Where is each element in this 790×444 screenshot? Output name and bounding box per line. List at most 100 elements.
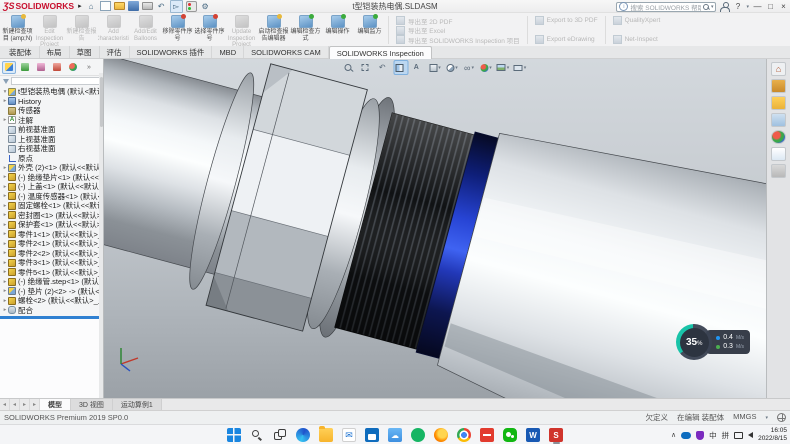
section-view-icon[interactable]: ▾ [394,60,409,75]
ribbon-button[interactable]: 编辑操作 [322,14,353,46]
home-button[interactable]: ⌂ [86,1,97,12]
ime-language-indicator[interactable]: 中 [709,430,717,441]
command-tab[interactable]: 草图 [70,46,100,58]
tree-item[interactable]: ▸ 零件2<2> (默认<<默认>_显示状态 [0,249,103,259]
search-icon[interactable] [703,4,709,10]
tabs-scroll-end[interactable]: ▸ [30,399,40,410]
tree-filter[interactable] [0,76,103,86]
green-app-icon[interactable] [410,426,426,444]
tree-item[interactable]: ▸ 外壳 (2)<1> (默认<<默认>_显示状 [0,163,103,173]
search-input[interactable]: i 搜索 SOLIDWORKS 帮助 ▾ [616,2,716,12]
zoom-fit-icon[interactable]: ▾ [343,60,358,75]
ribbon-button[interactable]: Add/Edit Balloons [130,14,161,46]
ribbon-button[interactable]: 新建检查报告 [66,14,97,46]
tabs-scroll-left[interactable]: ◂ [10,399,20,410]
export-menu-item[interactable]: Export to 3D PDF [535,16,598,25]
edit-appearance-icon[interactable]: ▾ [479,60,494,75]
new-document-button[interactable] [100,1,111,11]
view-orientation-icon[interactable]: ▾ [428,60,443,75]
tree-item[interactable]: ▸ (-) 上盖<1> (默认<<默认>_显示状 [0,182,103,192]
onedrive-icon[interactable] [681,432,691,439]
search-caret-icon[interactable]: ▾ [711,4,714,10]
menu-flyout-icon[interactable]: ▸ [78,2,82,10]
word-icon[interactable]: W [525,426,541,444]
export-menu-item[interactable]: 导出至 SOLIDWORKS Inspection 项目 [396,35,520,44]
dynamic-annotation-icon[interactable]: A ▾ [411,60,426,75]
design-library-icon[interactable] [771,79,786,93]
tree-item[interactable]: ▸ 密封圈<1> (默认<<默认>_显示状 [0,211,103,221]
hud-caret-icon[interactable]: ▾ [524,65,527,71]
display-style-icon[interactable]: ▾ [445,60,460,75]
graphics-viewport[interactable]: ▾ ▾ ↶ ▾ ▾ [104,59,766,398]
tree-item[interactable]: ▸ 前视基准面 [0,125,103,135]
tree-item[interactable]: ▸ 上视基准面 [0,135,103,145]
volume-icon[interactable] [748,432,753,438]
options-button[interactable]: ⚙ [200,1,211,12]
ribbon-button[interactable]: Add Characteristic [98,14,129,46]
document-tab[interactable]: 运动算例1 [113,399,162,410]
dimxpert-manager-tab[interactable] [50,61,64,74]
ribbon-button[interactable]: 编辑监方 [354,14,385,46]
tree-item[interactable]: ▸ 右视基准面 [0,144,103,154]
view-palette-icon[interactable] [771,113,786,127]
hud-caret-icon[interactable]: ▾ [489,65,492,71]
ribbon-button[interactable]: 移除零件序号 [162,14,193,46]
search-button[interactable] [249,426,265,444]
units-caret-icon[interactable]: ▾ [765,415,768,421]
security-app-icon[interactable] [696,431,704,440]
status-item[interactable]: 在编辑 装配体 [677,412,724,423]
appearances-scenes-icon[interactable] [771,130,786,144]
help-button[interactable]: ? [733,2,742,11]
export-menu-item[interactable]: 导出至 2D PDF [396,16,520,25]
tree-item[interactable]: ▸ 零件3<1> (默认<<默认>_显示状态 [0,258,103,268]
property-manager-tab[interactable] [18,61,32,74]
save-button[interactable] [128,1,139,11]
status-item[interactable]: MMGS [733,412,756,423]
ime-mode-indicator[interactable]: 拼 [722,430,730,441]
open-button[interactable] [114,2,125,10]
tree-item[interactable]: ▸ 零件1<1> (默认<<默认>_显示状态 [0,230,103,240]
solidworks-resources-icon[interactable]: ⌂ [771,62,786,76]
login-user-icon[interactable] [720,2,729,12]
taskbar-clock[interactable]: 16:05 2022/8/15 [758,427,787,443]
print-button[interactable] [142,2,153,10]
select-button[interactable]: ▻ [170,0,183,13]
tray-chevron-icon[interactable]: ∧ [671,431,676,439]
ribbon-button[interactable]: Update Inspection Project [226,14,257,46]
browser-icon[interactable] [433,426,449,444]
chrome-icon[interactable] [456,426,472,444]
hud-caret-icon[interactable]: ▾ [455,65,458,71]
tree-root-item[interactable]: ▾ t型铠装热电偶 (默认<默认_显示状态-1 [0,87,103,97]
ribbon-button[interactable]: 新建检查项目 (amp;N) [2,14,33,46]
copy-settings-icon[interactable] [771,164,786,178]
previous-view-icon[interactable]: ↶ ▾ [377,60,392,75]
export-menu-item[interactable]: QualityXpert [613,16,661,25]
solidworks-icon[interactable]: S [548,426,564,444]
store-icon[interactable] [364,426,380,444]
hud-caret-icon[interactable]: ▾ [507,65,510,71]
file-explorer-icon[interactable] [771,96,786,110]
apply-scene-icon[interactable]: ▾ [496,60,511,75]
tree-item[interactable]: ▸ 固定螺栓<1> (默认<<默认>_显示 [0,201,103,211]
display-manager-tab[interactable] [66,61,80,74]
tree-item[interactable]: ▸ 原点 [0,154,103,164]
command-tab[interactable]: 布局 [40,46,70,58]
reader-app-icon[interactable] [479,426,495,444]
command-tab[interactable]: MBD [212,46,244,58]
zoom-area-icon[interactable]: ▾ [360,60,375,75]
tree-item[interactable]: ▸ 零件2<1> (默认<<默认>_显示状态 [0,239,103,249]
view-settings-icon[interactable]: ▾ [513,60,528,75]
command-tab[interactable]: SOLIDWORKS Inspection [329,46,432,59]
hud-caret-icon[interactable]: ▾ [471,65,474,71]
custom-properties-icon[interactable] [771,147,786,161]
tree-item[interactable]: ▸ 螺栓<2> (默认<<默认>_显示状态 [0,296,103,306]
export-menu-item[interactable]: 导出至 Excel [396,26,520,35]
hide-show-items-icon[interactable]: ∞ ▾ [462,60,477,75]
tree-item[interactable]: ▸ (-) 绝缘管.step<1> (默认<<默认> [0,277,103,287]
feature-manager-tab[interactable] [2,61,16,74]
network-tray-icon[interactable] [734,432,743,439]
wechat-icon[interactable] [502,426,518,444]
tree-item[interactable]: ▸ (-) 绝缘垫片<1> (默认<<默认>_显 [0,173,103,183]
file-explorer-icon[interactable] [318,426,334,444]
tree-item[interactable]: ▸ 配合 [0,306,103,316]
